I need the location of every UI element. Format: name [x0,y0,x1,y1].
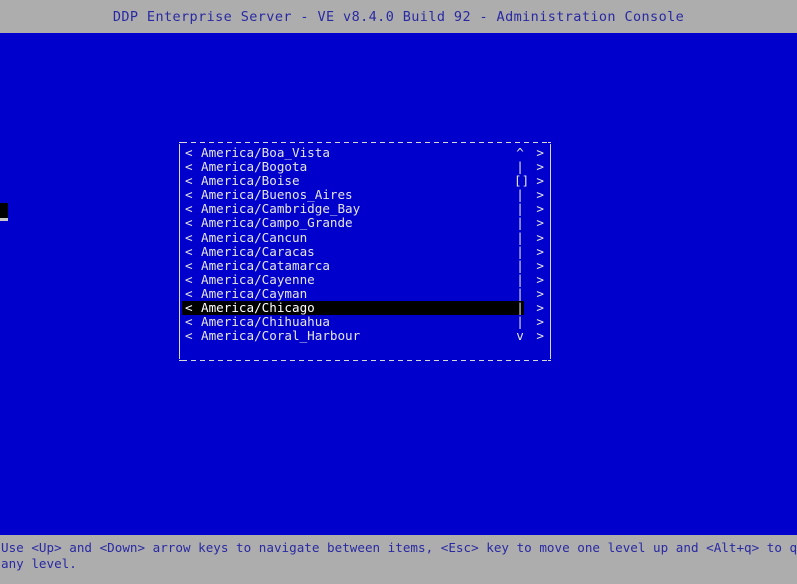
menu-item-left-marker-icon: < [185,159,193,175]
scrollbar-glyph[interactable]: | [514,159,526,174]
terminal-screen: < America/Boa_Vista ^ > < America/Bogota | > < Am… [0,33,797,535]
menu-item-right-marker-icon: > [536,314,544,330]
menu-item-right-marker-icon: > [536,285,544,301]
scrollbar-glyph[interactable]: v [514,329,526,343]
menu-item-right-marker-icon: > [536,173,544,189]
menu-item-row[interactable]: < America/Boa_Vista ^ > [180,145,550,160]
menu-item-right-marker-icon: > [536,187,544,203]
menu-item-row[interactable]: < America/Cayman | > [180,285,550,301]
menu-item-right-marker-icon: > [536,328,544,344]
menu-item-right-marker-icon: > [536,201,544,217]
menu-item-label: America/Chihuahua [201,314,330,330]
scrollbar-glyph[interactable]: | [514,286,526,301]
menu-item-left-marker-icon: < [185,145,193,160]
scrollbar-glyph[interactable]: [] [514,174,529,188]
menu-item-left-marker-icon: < [185,229,193,245]
menu-item-label: America/Boise [201,173,300,189]
menu-item-row[interactable]: < America/Coral_Harbour v > [180,329,550,343]
menu-item-row[interactable]: < America/Catamarca | > [180,257,550,273]
status-bar-line-1: Use <Up> and <Down> arrow keys to naviga… [1,540,797,555]
menu-item-left-marker-icon: < [185,187,193,203]
menu-item-label: America/Cayenne [201,271,315,287]
menu-item-row[interactable]: < America/Cayenne | > [180,271,550,287]
dialog-corner-top-left [179,142,182,143]
menu-item-left-marker-icon: < [185,215,193,231]
menu-item-right-marker-icon: > [536,159,544,175]
scrollbar-glyph[interactable]: | [514,300,526,315]
menu-item-label: America/Cambridge_Bay [201,201,361,217]
menu-item-label: America/Cancun [201,229,308,245]
menu-item-row[interactable]: < America/Chicago | > [180,300,550,316]
menu-item-right-marker-icon: > [536,271,544,287]
menu-item-row[interactable]: < America/Caracas | > [180,243,550,259]
menu-item-label: America/Boa_Vista [201,145,330,160]
menu-item-left-marker-icon: < [185,285,193,301]
page-title: DDP Enterprise Server - VE v8.4.0 Build … [112,8,685,25]
menu-item-right-marker-icon: > [536,215,544,231]
menu-item-row[interactable]: < America/Boise [] > [180,174,550,188]
menu-item-row[interactable]: < America/Campo_Grande | > [180,216,550,230]
menu-item-row[interactable]: < America/Cancun | > [180,229,550,245]
scrollbar-glyph[interactable]: | [514,202,526,216]
menu-item-label: America/Cayman [201,285,308,301]
menu-item-left-marker-icon: < [185,328,193,344]
menu-item-left-marker-icon: < [185,300,193,316]
menu-item-row[interactable]: < America/Cambridge_Bay | > [180,202,550,216]
menu-item-left-marker-icon: < [185,173,193,189]
menu-item-left-marker-icon: < [185,201,193,217]
timezone-selection-dialog: < America/Boa_Vista ^ > < America/Bogota | > < Am… [179,142,551,361]
menu-item-label: America/Buenos_Aires [201,187,353,203]
dialog-border-top [182,142,548,143]
status-bar-line-2: any level. [1,556,77,571]
scrollbar-glyph[interactable]: | [514,230,526,245]
menu-item-left-marker-icon: < [185,314,193,330]
menu-item-right-marker-icon: > [536,300,544,316]
menu-item-left-marker-icon: < [185,243,193,259]
menu-item-right-marker-icon: > [536,145,544,160]
menu-item-row[interactable]: < America/Buenos_Aires | > [180,188,550,202]
menu-item-right-marker-icon: > [536,243,544,259]
dialog-border-bottom [182,360,548,361]
menu-item-left-marker-icon: < [185,271,193,287]
status-bar: Use <Up> and <Down> arrow keys to naviga… [0,535,797,584]
menu-item-label: America/Caracas [201,243,315,259]
menu-item-left-marker-icon: < [185,257,193,273]
menu-item-label: America/Bogota [201,159,308,175]
scrollbar-glyph[interactable]: | [514,188,526,202]
menu-item-right-marker-icon: > [536,229,544,245]
terminal-cursor [0,203,8,221]
scrollbar-glyph[interactable]: | [514,216,526,230]
dialog-corner-top-right [548,142,551,143]
menu-item-label: America/Campo_Grande [201,215,353,231]
dialog-corner-bottom-left [179,360,182,361]
scrollbar-glyph[interactable]: | [514,244,526,259]
dialog-border-right [550,144,551,359]
scrollbar-glyph[interactable]: | [514,315,526,329]
scrollbar-glyph[interactable]: ^ [514,145,526,160]
window-title-bar: DDP Enterprise Server - VE v8.4.0 Build … [0,0,797,33]
cursor-underline [0,218,8,221]
menu-item-row[interactable]: < America/Chihuahua | > [180,315,550,329]
menu-item-label: America/Coral_Harbour [201,328,361,344]
menu-item-row[interactable]: < America/Bogota | > [180,159,550,175]
scrollbar-glyph[interactable]: | [514,272,526,287]
menu-item-label: America/Catamarca [201,257,330,273]
menu-item-right-marker-icon: > [536,257,544,273]
menu-item-label: America/Chicago [201,300,315,316]
timezone-menu-list[interactable]: < America/Boa_Vista ^ > < America/Bogota | > < Am… [180,145,550,357]
dialog-corner-bottom-right [548,360,551,361]
scrollbar-glyph[interactable]: | [514,258,526,273]
